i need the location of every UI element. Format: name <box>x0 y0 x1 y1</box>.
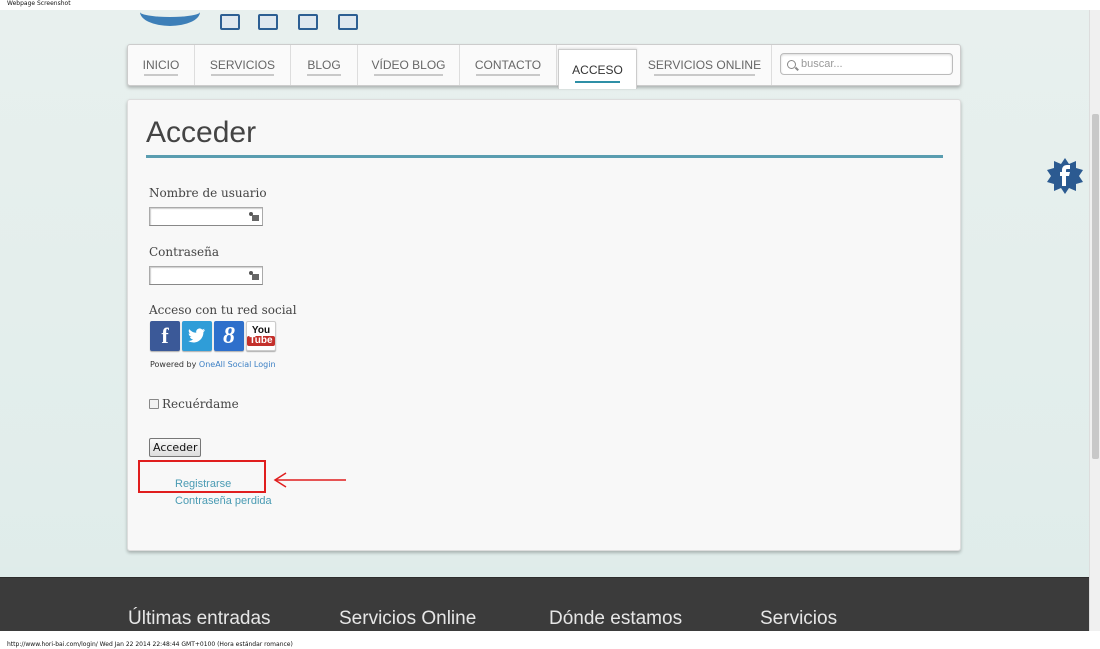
youtube-bottom: Tube <box>247 335 275 346</box>
search-input[interactable]: buscar... <box>780 53 953 75</box>
nav-label: INICIO <box>142 58 180 72</box>
browser-viewport: INICIO SERVICIOS BLOG VÍDEO BLOG CONTACT… <box>0 10 1089 631</box>
search-placeholder: buscar... <box>801 58 843 70</box>
vertical-scrollbar[interactable] <box>1089 10 1100 631</box>
social-login-label: Acceso con tu red social <box>149 303 297 317</box>
key-icon <box>249 271 259 281</box>
site-logo[interactable] <box>140 10 200 26</box>
main-nav: INICIO SERVICIOS BLOG VÍDEO BLOG CONTACT… <box>127 44 961 89</box>
nav-item-acceso[interactable]: ACCESO <box>558 49 637 89</box>
facebook-floating-icon[interactable] <box>1045 157 1085 195</box>
password-field[interactable] <box>149 266 263 285</box>
footer-heading-services: Servicios <box>760 608 838 629</box>
nav-item-contacto[interactable]: CONTACTO <box>460 45 557 85</box>
nav-item-servicios-online[interactable]: SERVICIOS ONLINE <box>638 45 772 85</box>
facebook-icon[interactable]: f <box>150 321 180 351</box>
header-icon-1[interactable] <box>220 14 240 30</box>
register-link[interactable]: Registrarse <box>175 478 231 490</box>
google-icon[interactable]: 8 <box>214 321 244 351</box>
remember-me[interactable]: Recuérdame <box>149 397 239 411</box>
password-label: Contraseña <box>149 245 219 259</box>
nav-item-blog[interactable]: BLOG <box>291 45 358 85</box>
login-card: Acceder Nombre de usuario Contraseña Acc… <box>127 99 961 551</box>
nav-label: VÍDEO BLOG <box>371 58 446 72</box>
title-rule <box>146 155 943 158</box>
site-footer: Últimas entradas Servicios Online Dónde … <box>0 577 1089 631</box>
nav-item-inicio[interactable]: INICIO <box>128 45 195 85</box>
nav-item-servicios[interactable]: SERVICIOS <box>195 45 291 85</box>
header-icon-4[interactable] <box>338 14 358 30</box>
key-icon <box>249 212 259 222</box>
search-icon <box>787 59 796 69</box>
oneall-link[interactable]: OneAll Social Login <box>199 360 276 369</box>
twitter-icon[interactable] <box>182 321 212 351</box>
page-title: Acceder <box>146 116 257 149</box>
header-icon-2[interactable] <box>258 14 278 30</box>
nav-label: ACCESO <box>572 62 623 77</box>
remember-label: Recuérdame <box>162 397 239 411</box>
nav-label: SERVICIOS ONLINE <box>647 58 762 72</box>
lost-password-link[interactable]: Contraseña perdida <box>175 495 272 507</box>
nav-label: BLOG <box>307 58 341 72</box>
footer-spacer <box>0 567 1089 577</box>
social-login-buttons: f 8 You Tube <box>150 321 276 351</box>
footer-heading-online-services: Servicios Online <box>339 608 477 629</box>
username-field[interactable] <box>149 207 263 226</box>
nav-label: SERVICIOS <box>209 58 276 72</box>
header-icon-3[interactable] <box>298 14 318 30</box>
username-label: Nombre de usuario <box>149 186 267 200</box>
footer-heading-latest: Últimas entradas <box>128 608 271 629</box>
scrollbar-thumb[interactable] <box>1092 114 1099 459</box>
screenshot-caption: Webpage Screenshot <box>7 0 71 7</box>
remember-checkbox[interactable] <box>149 399 159 409</box>
status-line: http://www.hori-bai.com/login/ Wed Jan 2… <box>7 641 293 648</box>
powered-prefix: Powered by <box>150 360 199 369</box>
annotation-arrow-icon <box>273 472 346 488</box>
footer-heading-location: Dónde estamos <box>549 608 683 629</box>
nav-item-video-blog[interactable]: VÍDEO BLOG <box>358 45 460 85</box>
powered-by: Powered by OneAll Social Login <box>150 360 276 369</box>
login-button[interactable]: Acceder <box>149 438 202 457</box>
youtube-icon[interactable]: You Tube <box>246 321 276 351</box>
nav-label: CONTACTO <box>474 58 542 72</box>
